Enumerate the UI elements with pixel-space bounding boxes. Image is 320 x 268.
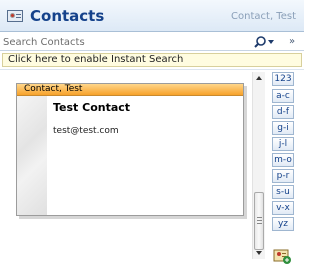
- vertical-scrollbar[interactable]: [252, 72, 265, 259]
- index-button-yz[interactable]: yz: [272, 217, 294, 231]
- index-button-p-r[interactable]: p-r: [272, 169, 294, 183]
- magnifier-icon: [254, 36, 274, 48]
- contacts-view: Contact, Test Test Contact test@test.com…: [0, 69, 304, 268]
- index-button-j-l[interactable]: j-l: [272, 137, 294, 151]
- contacts-card-icon: [7, 10, 23, 22]
- index-button-s-u[interactable]: s-u: [272, 185, 294, 199]
- enable-instant-search-bar[interactable]: Click here to enable Instant Search: [2, 53, 302, 67]
- search-input[interactable]: [3, 35, 243, 49]
- index-button-g-i[interactable]: g-i: [272, 121, 294, 135]
- new-contact-icon: [273, 249, 291, 264]
- search-bar: »: [0, 33, 304, 51]
- scroll-down-arrow-icon[interactable]: [253, 247, 265, 259]
- card-decoration: [17, 96, 47, 215]
- index-button-a-c[interactable]: a-c: [272, 89, 294, 103]
- contact-card[interactable]: Contact, Test Test Contact test@test.com: [16, 83, 247, 219]
- index-button-123[interactable]: 123: [272, 72, 294, 86]
- index-button-v-x[interactable]: v-x: [272, 201, 294, 215]
- index-button-m-o[interactable]: m-o: [272, 153, 294, 167]
- contact-email[interactable]: test@test.com: [53, 126, 119, 136]
- pane-header: Contacts Contact, Test: [0, 0, 304, 32]
- contact-card-header[interactable]: Contact, Test: [17, 84, 243, 96]
- contact-full-name: Test Contact: [53, 101, 131, 114]
- new-contact-button[interactable]: [273, 248, 293, 265]
- search-button[interactable]: [254, 35, 276, 49]
- current-contact-label: Contact, Test: [231, 11, 296, 22]
- expand-query-button[interactable]: »: [286, 35, 298, 49]
- pane-title: Contacts: [30, 7, 105, 25]
- scroll-up-arrow-icon[interactable]: [253, 72, 265, 84]
- index-button-d-f[interactable]: d-f: [272, 105, 294, 119]
- scroll-thumb[interactable]: [254, 192, 264, 250]
